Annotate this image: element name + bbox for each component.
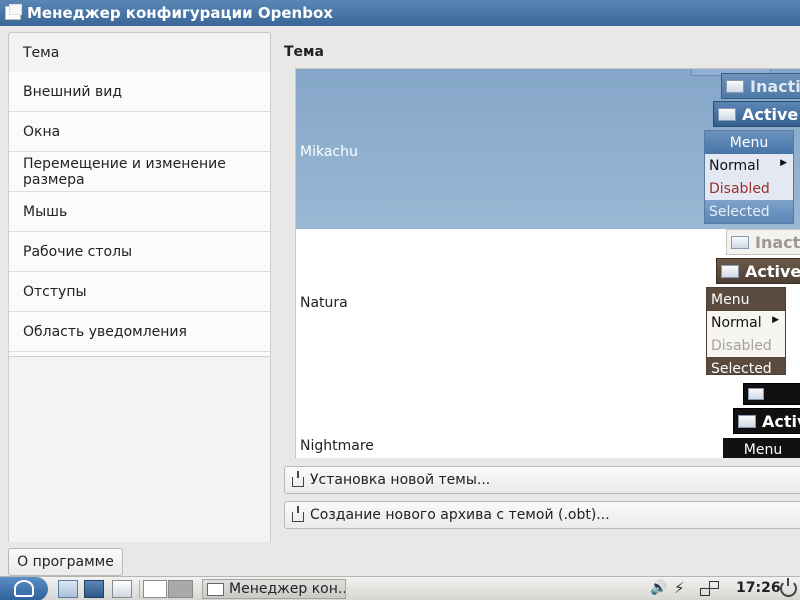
window-title: Менеджер конфигурации Openbox [27,4,333,22]
preview-active-title: Active [716,258,800,284]
window-icon [748,388,764,400]
theme-row-nightmare[interactable]: Nightmare Active Menu [296,381,800,458]
sidebar-item-label: Отступы [23,283,87,300]
taskbar: Менеджер кон... 🔊 ⚡ 17:26 [0,576,800,600]
preview-menu-selected: Selected [705,200,793,223]
preview-menu: Menu Normal ▶ Disabled Selected [704,130,794,224]
sidebar-item-label: Область уведомления [23,323,187,340]
theme-row-mikachu[interactable]: Mikachu Inacti Active Menu Normal ▶ Disa… [296,69,800,229]
theme-list[interactable]: Mikachu Inacti Active Menu Normal ▶ Disa… [295,68,800,458]
clock[interactable]: 17:26 [736,580,781,596]
create-theme-archive-button[interactable]: Создание нового архива с темой (.obt)... [284,501,800,529]
sidebar-empty-area [8,357,271,542]
install-theme-button[interactable]: Установка новой темы... [284,466,800,494]
theme-name: Nightmare [300,438,374,454]
sidebar-nav: Внешний вид Окна Перемещение и изменение… [8,72,271,357]
archive-icon [292,505,304,522]
sidebar-item-label: Мышь [23,203,68,220]
sidebar-item-label: Тема [23,44,60,61]
start-menu-button[interactable] [0,577,48,600]
settings-icon[interactable] [84,580,104,598]
preview-inactive-title [743,383,800,405]
sidebar-item-margins[interactable]: Отступы [9,272,270,312]
window-icon [738,414,756,428]
window-titlebar[interactable]: Менеджер конфигурации Openbox [0,0,800,26]
submenu-arrow-icon: ▶ [780,158,787,168]
volume-icon[interactable]: 🔊 [650,580,672,598]
power-plug-icon[interactable]: ⚡ [674,579,688,597]
preview-menu: Menu Normal ▶ Disabled Selected [706,287,786,375]
preview-menu-normal: Normal ▶ [711,314,779,331]
theme-name: Mikachu [300,144,358,160]
theme-row-natura[interactable]: Natura Inacti Active Menu Normal ▶ Disab… [296,229,800,381]
sidebar-item-label: Рабочие столы [23,243,133,260]
taskbar-window-item[interactable]: Менеджер кон... [202,579,346,599]
show-desktop-icon[interactable] [112,580,132,598]
preview-menu-header: Menu [705,131,793,154]
install-icon [292,470,304,487]
sidebar-item-label: Перемещение и изменение размера [23,155,226,188]
window-icon [726,79,744,93]
workspace-2-icon[interactable] [168,580,193,598]
openbox-config-window: Тема Внешний вид Окна Перемещение и изме… [0,26,800,576]
preview-menu-disabled: Disabled [711,337,772,354]
sidebar-item-windows[interactable]: Окна [9,112,270,152]
theme-name: Natura [300,295,348,311]
preview-menu-normal: Normal ▶ [709,157,787,174]
submenu-arrow-icon: ▶ [772,315,779,325]
sidebar-item-theme[interactable]: Тема [8,32,271,72]
window-icon [207,582,224,596]
sidebar-item-label: Внешний вид [23,83,123,100]
sidebar-item-desktops[interactable]: Рабочие столы [9,232,270,272]
sidebar-item-label: Окна [23,123,61,140]
file-manager-icon[interactable] [58,580,78,598]
sidebar-item-move-resize[interactable]: Перемещение и изменение размера [9,152,270,192]
sidebar-item-appearance[interactable]: Внешний вид [9,72,270,112]
network-icon[interactable] [700,580,722,598]
sidebar-item-dock[interactable]: Область уведомления [9,312,270,352]
window-app-icon [5,4,22,20]
window-icon [718,107,736,121]
sidebar-item-mouse[interactable]: Мышь [9,192,270,232]
preview-menu-header: Menu [743,441,783,458]
preview-menu-disabled: Disabled [709,180,770,197]
preview-inactive-title: Inacti [721,73,800,99]
preview-inactive-title: Inacti [726,229,800,255]
power-icon[interactable] [780,578,797,597]
window-icon [721,264,739,278]
window-icon [731,235,749,249]
page-title: Тема [284,44,324,60]
preview-active-title: Active [713,101,800,127]
about-button[interactable]: О программе [8,548,123,576]
preview-menu: Menu [723,438,800,458]
workspace-1-icon[interactable] [143,580,167,598]
start-logo-icon [14,580,34,597]
preview-menu-header: Menu [707,288,785,311]
preview-menu-selected: Selected [707,357,785,374]
preview-active-title: Active [733,408,800,434]
taskbar-separator [139,580,140,598]
sidebar-divider [270,72,271,542]
